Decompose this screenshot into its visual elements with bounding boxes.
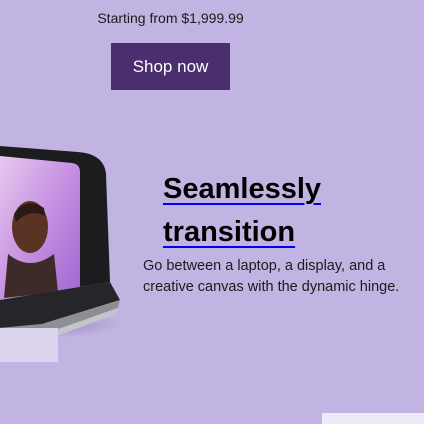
heading-line-1: Seamlessly <box>163 173 322 205</box>
feature-description: Go between a laptop, a display, and a cr… <box>143 258 400 295</box>
shop-now-button[interactable]: Shop now <box>111 43 230 90</box>
carousel-panel-edge <box>322 413 424 424</box>
feature-heading-link[interactable]: Seamlessly transition <box>163 168 413 254</box>
price-text: Starting from $1,999.99 <box>97 10 244 26</box>
laptop-product-image <box>0 146 123 362</box>
heading-line-2: transition <box>163 216 296 248</box>
